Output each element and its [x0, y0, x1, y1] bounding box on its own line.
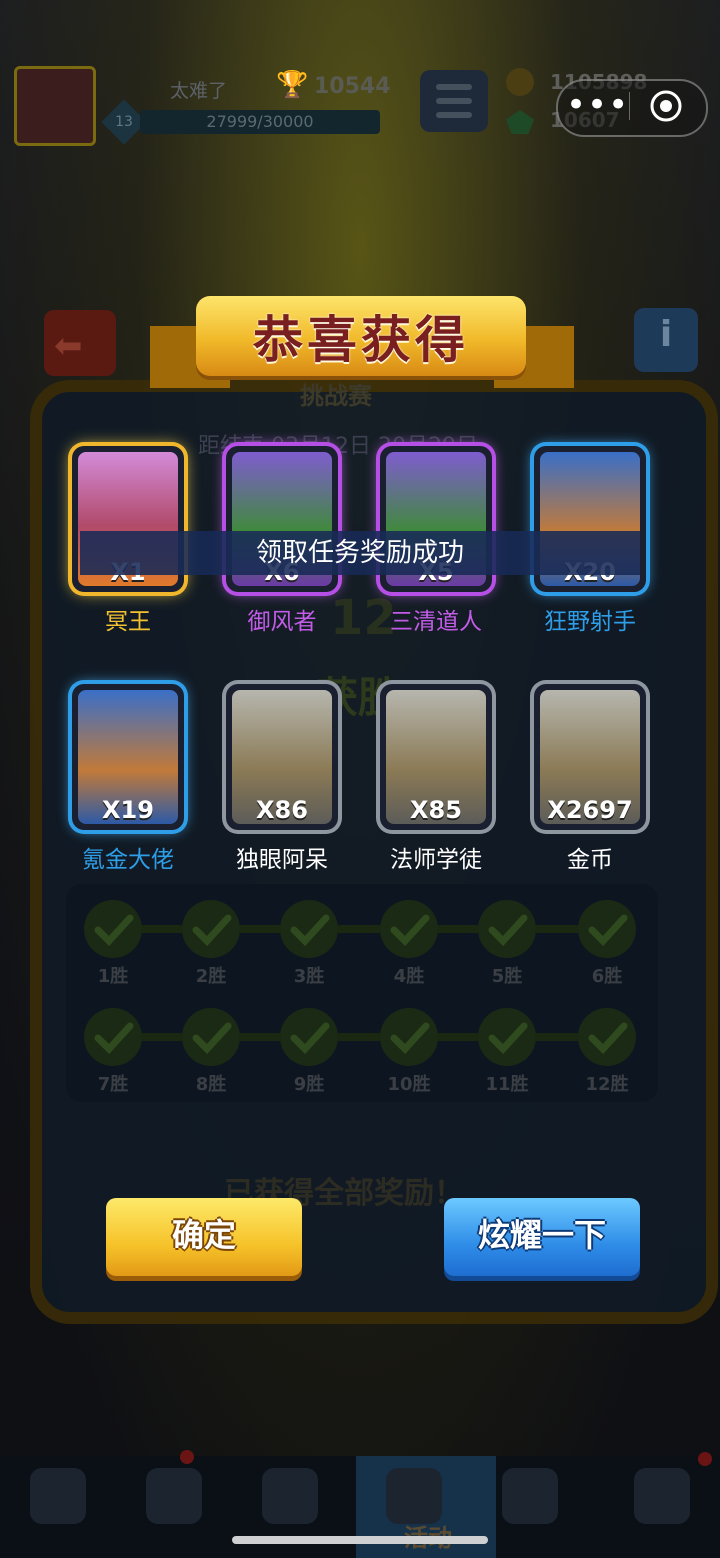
win-label: 8胜 [195, 1074, 227, 1095]
capsule-divider [629, 92, 630, 120]
check-icon [280, 900, 338, 958]
notification-dot [180, 1450, 194, 1464]
check-icon [478, 900, 536, 958]
track-connector [438, 925, 478, 933]
reward-card: X86 [226, 684, 338, 830]
check-icon [280, 1008, 338, 1066]
check-icon [84, 1008, 142, 1066]
win-label: 12胜 [585, 1074, 629, 1095]
reward-card: X19 [72, 684, 184, 830]
check-icon [182, 900, 240, 958]
nav-item[interactable] [604, 1456, 720, 1558]
win-label: 10胜 [387, 1074, 431, 1095]
share-button[interactable]: 炫耀一下 [444, 1198, 640, 1276]
track-connector [536, 1033, 578, 1041]
swords-icon [262, 1468, 318, 1524]
reward-quantity: X2697 [547, 796, 633, 824]
track-connector [240, 925, 280, 933]
check-icon [182, 1008, 240, 1066]
modal-title: 恭喜获得 [253, 311, 469, 369]
reward-name: 御风者 [247, 609, 317, 635]
toast-message: 领取任务奖励成功 [80, 531, 640, 575]
track-connector [338, 925, 380, 933]
menu-button [420, 70, 488, 132]
activity-icon [386, 1468, 442, 1524]
nav-item[interactable] [472, 1456, 588, 1558]
track-connector [142, 925, 182, 933]
win-label: 5胜 [491, 966, 523, 987]
reward-name: 氪金大佬 [82, 847, 174, 873]
check-icon [578, 900, 636, 958]
check-icon [380, 1008, 438, 1066]
reward-quantity: X85 [410, 796, 462, 824]
cards-icon [502, 1468, 558, 1524]
check-icon [380, 900, 438, 958]
reward-name: 法师学徒 [390, 847, 482, 873]
more-dots-icon[interactable]: ••• [566, 83, 628, 129]
trophy-icon: 🏆 [276, 70, 309, 100]
win-label: 11胜 [485, 1074, 529, 1095]
back-arrow-icon: ⬅ [54, 326, 83, 366]
track-connector [536, 925, 578, 933]
confirm-label: 确定 [171, 1216, 236, 1254]
reward-name: 三清道人 [390, 609, 482, 635]
share-label: 炫耀一下 [477, 1216, 606, 1254]
nav-item[interactable] [0, 1456, 116, 1558]
win-label: 7胜 [97, 1074, 129, 1095]
check-icon [478, 1008, 536, 1066]
reward-card: X2697 [534, 684, 646, 830]
win-track [66, 884, 658, 1102]
win-label: 6胜 [591, 966, 623, 987]
target-close-icon[interactable] [648, 88, 684, 124]
compass-icon [634, 1468, 690, 1524]
win-label: 3胜 [293, 966, 325, 987]
trophy-count: 10544 [314, 74, 391, 99]
track-connector [240, 1033, 280, 1041]
reward-quantity: X19 [102, 796, 154, 824]
reward-name: 金币 [567, 847, 613, 873]
chest-icon [30, 1468, 86, 1524]
win-label: 9胜 [293, 1074, 325, 1095]
confirm-button[interactable]: 确定 [106, 1198, 302, 1276]
panel-title: 挑战赛 [300, 382, 372, 410]
check-icon [84, 900, 142, 958]
xp-text: 27999/30000 [206, 112, 314, 131]
helmet-icon [146, 1468, 202, 1524]
info-icon: i [659, 314, 673, 355]
track-connector [142, 1033, 182, 1041]
home-indicator [232, 1536, 488, 1544]
win-label: 4胜 [393, 966, 425, 987]
player-avatar [14, 66, 96, 146]
notification-dot [698, 1452, 712, 1466]
nav-item[interactable] [116, 1456, 232, 1558]
reward-name: 冥王 [105, 609, 151, 635]
win-label: 2胜 [195, 966, 227, 987]
reward-card: X85 [380, 684, 492, 830]
reward-name: 狂野射手 [544, 609, 636, 635]
reward-name: 独眼阿呆 [236, 847, 328, 873]
win-label: 1胜 [97, 966, 129, 987]
coin-icon [506, 68, 534, 96]
track-connector [338, 1033, 380, 1041]
player-level: 13 [115, 114, 133, 130]
track-connector [438, 1033, 478, 1041]
check-icon [578, 1008, 636, 1066]
player-name: 太难了 [170, 80, 228, 102]
reward-quantity: X86 [256, 796, 308, 824]
toast-text: 领取任务奖励成功 [255, 538, 464, 568]
